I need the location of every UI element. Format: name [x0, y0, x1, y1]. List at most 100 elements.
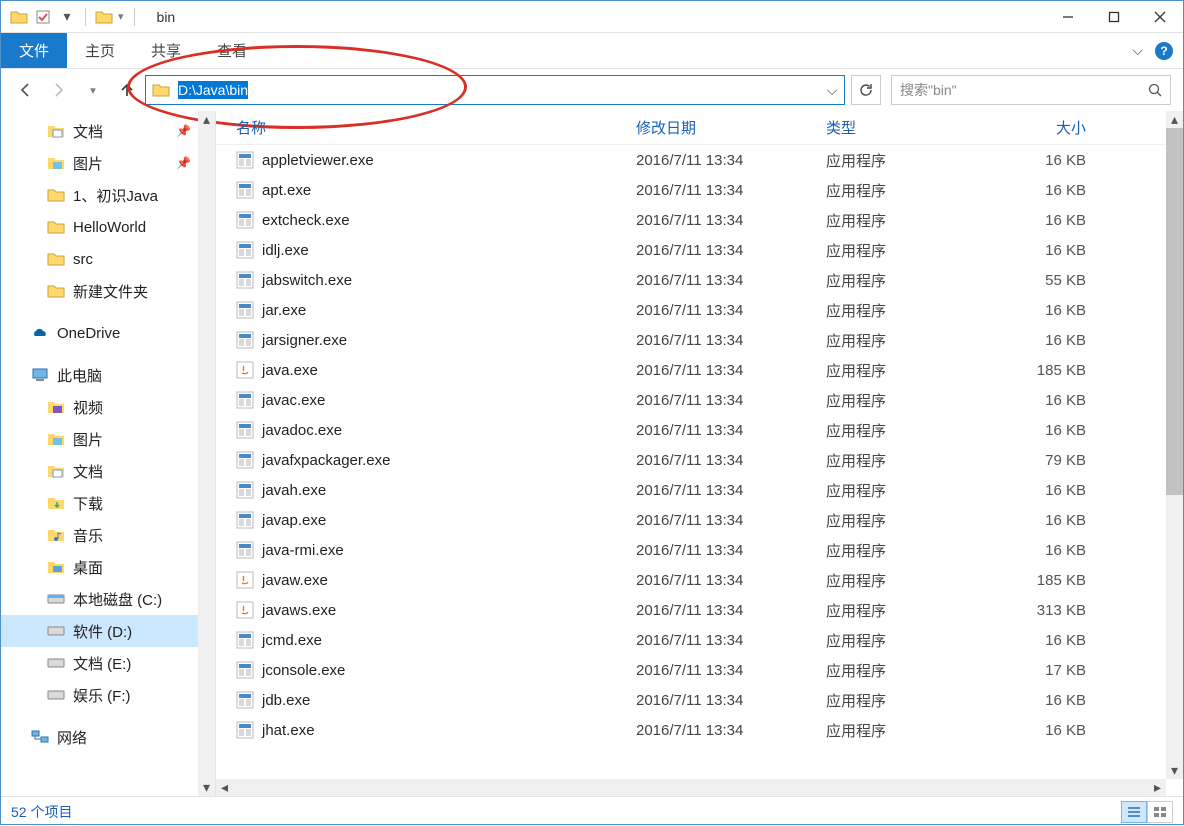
file-row[interactable]: javap.exe2016/7/11 13:34应用程序16 KB	[216, 505, 1166, 535]
back-button[interactable]	[13, 78, 37, 102]
sidebar-item[interactable]: 图片📌	[1, 147, 215, 179]
file-type: 应用程序	[826, 240, 1006, 261]
tab-view[interactable]: 查看	[199, 33, 265, 68]
tab-file[interactable]: 文件	[1, 33, 67, 68]
recent-dropdown[interactable]: ▾	[81, 78, 105, 102]
help-icon[interactable]: ?	[1155, 42, 1173, 60]
file-vscrollbar[interactable]: ▴ ▾	[1166, 111, 1183, 779]
address-bar[interactable]: D:\Java\bin ⌵	[145, 75, 845, 105]
refresh-button[interactable]	[851, 75, 881, 105]
file-name: apt.exe	[262, 182, 311, 199]
file-row[interactable]: apt.exe2016/7/11 13:34应用程序16 KB	[216, 175, 1166, 205]
sidebar-item[interactable]: 图片	[1, 423, 215, 455]
scroll-left-icon[interactable]: ◂	[216, 779, 233, 796]
file-date: 2016/7/11 13:34	[636, 482, 826, 499]
scroll-thumb[interactable]	[1166, 128, 1183, 495]
sidebar-item[interactable]: 音乐	[1, 519, 215, 551]
sidebar-item-label: 文档	[73, 121, 103, 142]
scroll-up-icon[interactable]: ▴	[198, 111, 215, 128]
scroll-right-icon[interactable]: ▸	[1149, 779, 1166, 796]
file-type: 应用程序	[826, 360, 1006, 381]
scroll-track[interactable]	[1166, 495, 1183, 762]
sidebar-item[interactable]: src	[1, 243, 215, 275]
sidebar-item[interactable]: 新建文件夹	[1, 275, 215, 307]
file-row[interactable]: javadoc.exe2016/7/11 13:34应用程序16 KB	[216, 415, 1166, 445]
file-row[interactable]: jar.exe2016/7/11 13:34应用程序16 KB	[216, 295, 1166, 325]
file-row[interactable]: jdb.exe2016/7/11 13:34应用程序16 KB	[216, 685, 1166, 715]
separator	[85, 8, 86, 26]
icons-view-button[interactable]	[1147, 801, 1173, 823]
file-row[interactable]: javaws.exe2016/7/11 13:34应用程序313 KB	[216, 595, 1166, 625]
sidebar-scrollbar[interactable]: ▴ ▾	[198, 111, 215, 796]
file-row[interactable]: javaw.exe2016/7/11 13:34应用程序185 KB	[216, 565, 1166, 595]
ribbon-expand-icon[interactable]: ⌵	[1132, 42, 1143, 59]
column-date[interactable]: 修改日期	[636, 117, 826, 138]
sidebar-item[interactable]: 文档	[1, 455, 215, 487]
sidebar-item[interactable]: 桌面	[1, 551, 215, 583]
file-size: 16 KB	[1006, 242, 1116, 259]
column-name[interactable]: 名称	[236, 117, 636, 138]
sidebar-item[interactable]: HelloWorld	[1, 211, 215, 243]
sidebar-item[interactable]: 文档 (E:)	[1, 647, 215, 679]
sidebar-item[interactable]: 本地磁盘 (C:)	[1, 583, 215, 615]
file-row[interactable]: extcheck.exe2016/7/11 13:34应用程序16 KB	[216, 205, 1166, 235]
search-box[interactable]: 搜索"bin"	[891, 75, 1171, 105]
close-button[interactable]	[1137, 1, 1183, 33]
column-size[interactable]: 大小	[1006, 117, 1116, 138]
sidebar-item[interactable]: 娱乐 (F:)	[1, 679, 215, 711]
sidebar-item[interactable]: 下载	[1, 487, 215, 519]
file-row[interactable]: jcmd.exe2016/7/11 13:34应用程序16 KB	[216, 625, 1166, 655]
file-size: 16 KB	[1006, 392, 1116, 409]
file-row[interactable]: java.exe2016/7/11 13:34应用程序185 KB	[216, 355, 1166, 385]
file-size: 55 KB	[1006, 272, 1116, 289]
quick-access-toolbar: ▾ ▾	[1, 7, 141, 27]
file-name: appletviewer.exe	[262, 152, 374, 169]
up-button[interactable]	[115, 78, 139, 102]
file-row[interactable]: jconsole.exe2016/7/11 13:34应用程序17 KB	[216, 655, 1166, 685]
sidebar-item[interactable]: 1、初识Java	[1, 179, 215, 211]
scroll-track[interactable]	[198, 128, 215, 779]
address-input[interactable]: D:\Java\bin	[176, 76, 820, 104]
file-row[interactable]: jabswitch.exe2016/7/11 13:34应用程序55 KB	[216, 265, 1166, 295]
search-icon[interactable]	[1148, 83, 1162, 97]
file-type: 应用程序	[826, 720, 1006, 741]
maximize-button[interactable]	[1091, 1, 1137, 33]
properties-icon[interactable]	[33, 7, 53, 27]
scroll-up-icon[interactable]: ▴	[1166, 111, 1183, 128]
tab-home[interactable]: 主页	[67, 33, 133, 68]
minimize-button[interactable]	[1045, 1, 1091, 33]
file-name: jdb.exe	[262, 692, 310, 709]
file-row[interactable]: javac.exe2016/7/11 13:34应用程序16 KB	[216, 385, 1166, 415]
tab-share[interactable]: 共享	[133, 33, 199, 68]
file-row[interactable]: appletviewer.exe2016/7/11 13:34应用程序16 KB	[216, 145, 1166, 175]
scroll-down-icon[interactable]: ▾	[1166, 762, 1183, 779]
folder-small-icon[interactable]	[94, 7, 114, 27]
file-row[interactable]: jhat.exe2016/7/11 13:34应用程序16 KB	[216, 715, 1166, 745]
details-view-button[interactable]	[1121, 801, 1147, 823]
qat-expand-icon[interactable]: ▾	[118, 10, 124, 23]
sidebar-network[interactable]: 网络	[1, 721, 215, 753]
file-name: javadoc.exe	[262, 422, 342, 439]
file-size: 313 KB	[1006, 602, 1116, 619]
file-row[interactable]: java-rmi.exe2016/7/11 13:34应用程序16 KB	[216, 535, 1166, 565]
forward-button[interactable]	[47, 78, 71, 102]
sidebar-label: OneDrive	[57, 325, 120, 342]
address-dropdown-icon[interactable]: ⌵	[820, 82, 844, 99]
file-row[interactable]: idlj.exe2016/7/11 13:34应用程序16 KB	[216, 235, 1166, 265]
file-row[interactable]: javah.exe2016/7/11 13:34应用程序16 KB	[216, 475, 1166, 505]
file-hscrollbar[interactable]: ◂ ▸	[216, 779, 1166, 796]
scroll-track[interactable]	[233, 779, 1149, 796]
sidebar-item[interactable]: 文档📌	[1, 115, 215, 147]
file-row[interactable]: jarsigner.exe2016/7/11 13:34应用程序16 KB	[216, 325, 1166, 355]
file-size: 185 KB	[1006, 362, 1116, 379]
column-type[interactable]: 类型	[826, 117, 1006, 138]
sidebar-thispc[interactable]: 此电脑	[1, 359, 215, 391]
sidebar-onedrive[interactable]: OneDrive	[1, 317, 215, 349]
sidebar-item-label: 图片	[73, 153, 103, 174]
sidebar-item[interactable]: 视频	[1, 391, 215, 423]
scroll-down-icon[interactable]: ▾	[198, 779, 215, 796]
file-row[interactable]: javafxpackager.exe2016/7/11 13:34应用程序79 …	[216, 445, 1166, 475]
sidebar-item[interactable]: 软件 (D:)	[1, 615, 215, 647]
sidebar-item-label: 新建文件夹	[73, 281, 148, 302]
qat-dropdown-icon[interactable]: ▾	[57, 7, 77, 27]
